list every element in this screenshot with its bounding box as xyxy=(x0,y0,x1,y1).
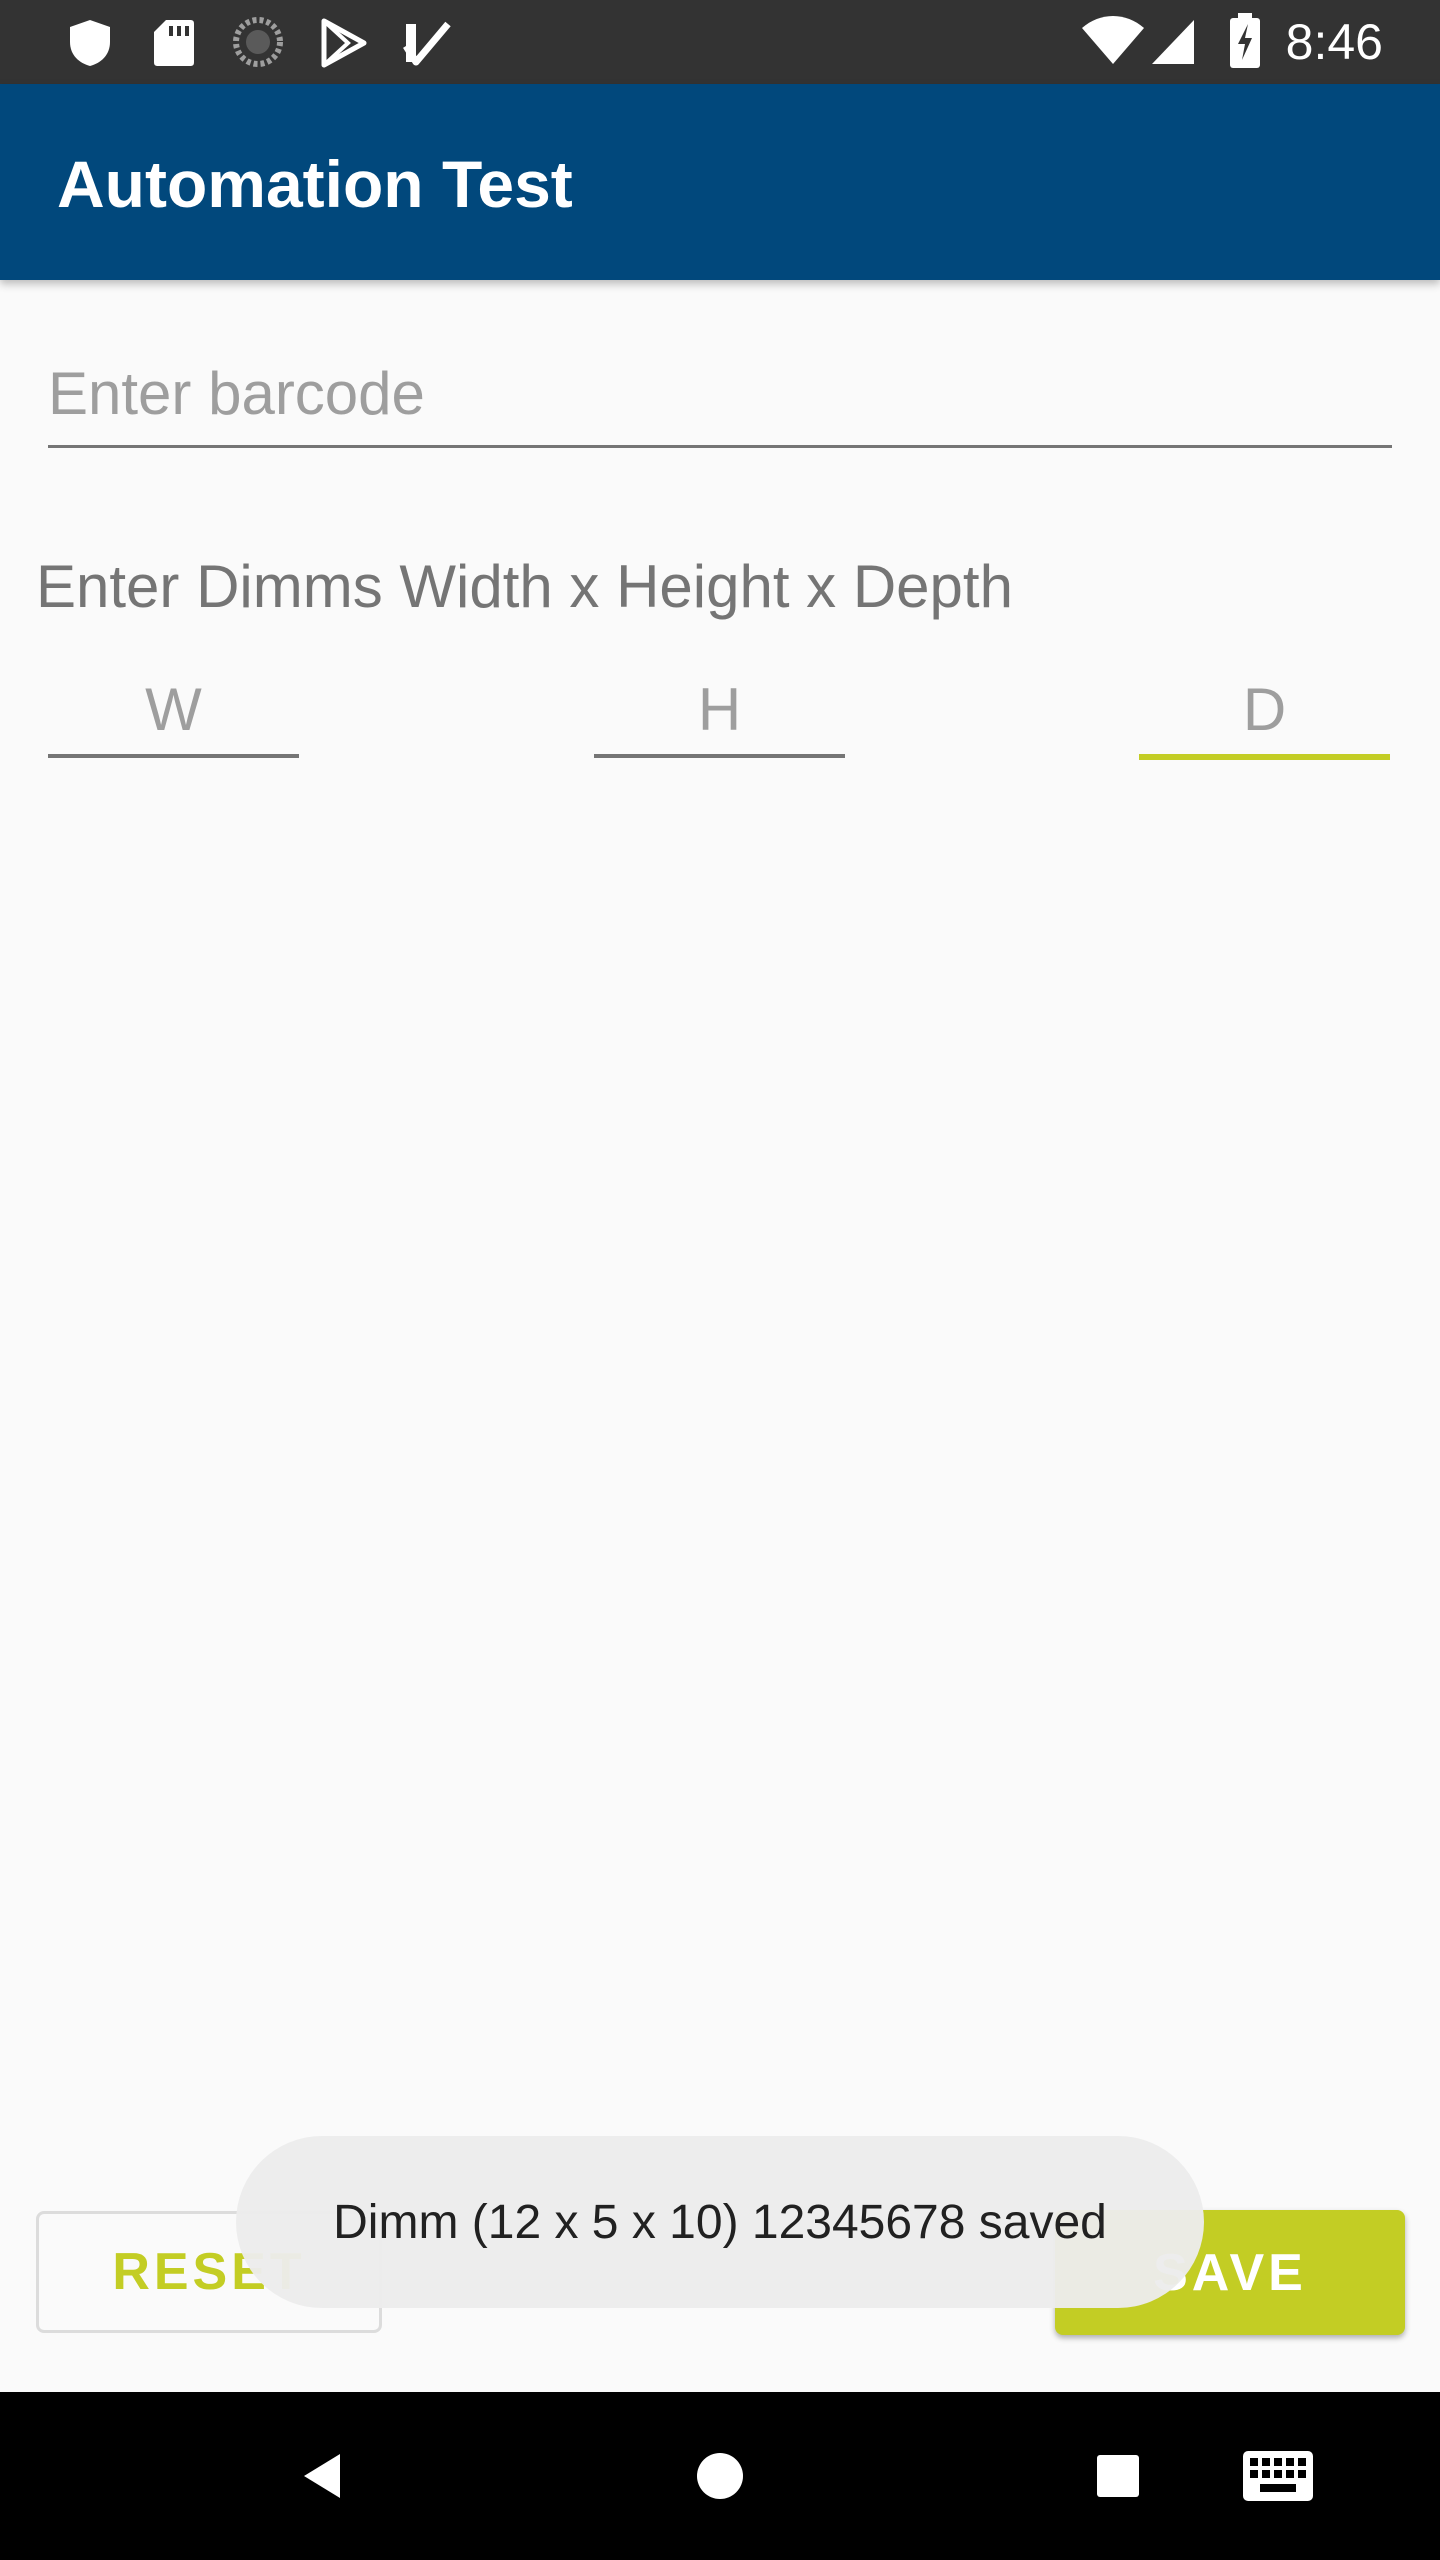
battery-charging-icon xyxy=(1228,12,1262,70)
status-time: 8:46 xyxy=(1285,14,1383,70)
keyboard-icon xyxy=(1242,2450,1314,2502)
keyboard-button[interactable] xyxy=(1236,2392,1320,2560)
height-field xyxy=(594,668,845,758)
screen: 8:46 Automation Test Enter Dimms Width x… xyxy=(0,0,1440,2560)
play-store-icon xyxy=(318,18,368,68)
app-bar: Automation Test xyxy=(0,84,1440,280)
dimms-label: Enter Dimms Width x Height x Depth xyxy=(36,553,1013,620)
width-input[interactable] xyxy=(48,668,299,750)
recents-icon xyxy=(1096,2454,1140,2498)
depth-field xyxy=(1139,668,1390,760)
task-check-icon xyxy=(402,16,452,68)
back-icon xyxy=(298,2450,346,2502)
toast-message: Dimm (12 x 5 x 10) 12345678 saved xyxy=(333,2195,1107,2249)
signal-icon xyxy=(1150,18,1196,66)
barcode-input[interactable] xyxy=(48,350,1392,436)
width-field xyxy=(48,668,299,758)
app-title: Automation Test xyxy=(57,147,573,221)
wifi-icon xyxy=(1080,14,1146,66)
home-icon xyxy=(695,2451,745,2501)
height-input[interactable] xyxy=(594,668,845,750)
shield-icon xyxy=(66,18,114,68)
toast: Dimm (12 x 5 x 10) 12345678 saved xyxy=(236,2136,1204,2308)
home-button[interactable] xyxy=(680,2392,760,2560)
recents-button[interactable] xyxy=(1076,2392,1160,2560)
sd-card-icon xyxy=(152,18,196,68)
status-bar: 8:46 xyxy=(0,0,1440,84)
nav-bar xyxy=(0,2392,1440,2560)
sync-circle-icon xyxy=(232,16,284,68)
back-button[interactable] xyxy=(280,2392,364,2560)
depth-input[interactable] xyxy=(1139,668,1390,750)
barcode-field xyxy=(48,350,1392,448)
